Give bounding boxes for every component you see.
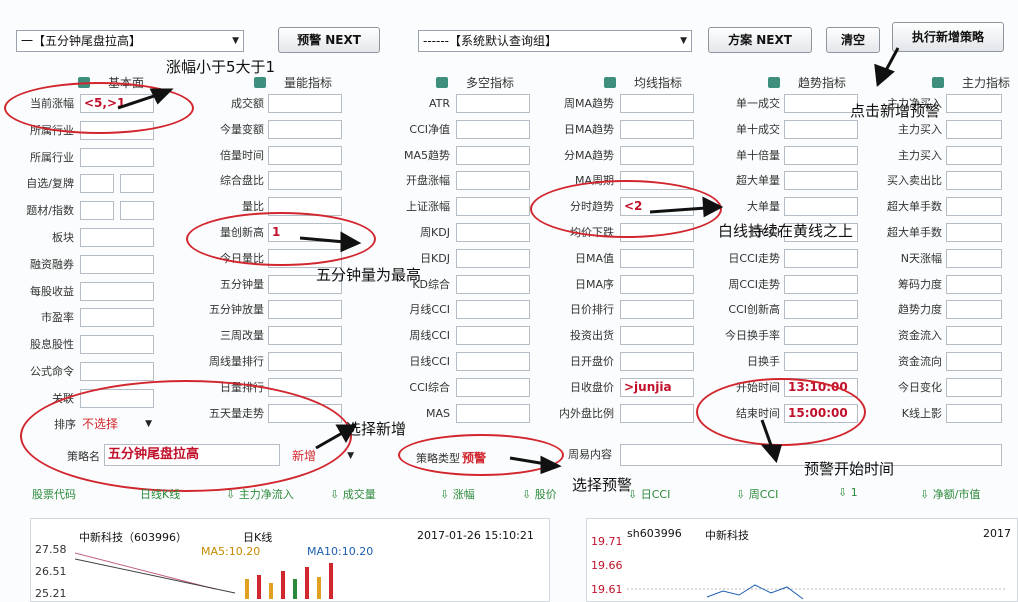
chart-period: 日K线 [243, 531, 273, 544]
note-select-new: 选择新增 [346, 420, 407, 438]
indicator-tab-row: 股票代码 日线K线 ⇩ 主力净流入 ⇩ 成交量 ⇩ 涨幅 ⇩ 股价 ⇩ 日CCI… [0, 486, 1018, 502]
ma-line [75, 552, 216, 590]
tab-weekly-cci[interactable]: ⇩ 周CCI [736, 486, 778, 502]
intraday-chart[interactable]: sh603996 中新科技 2017 19.71 19.66 19.61 [586, 518, 1018, 602]
arrow-head-icon [340, 231, 362, 253]
tab-price[interactable]: ⇩ 股价 [522, 486, 557, 502]
tab-net-market-value[interactable]: ⇩ 净额/市值 [920, 486, 980, 502]
chart-datetime: 2017-01-26 15:10:21 [417, 529, 534, 542]
candles [245, 563, 333, 599]
chart-code: sh603996 [627, 527, 682, 540]
candle [317, 577, 321, 599]
chart-y-tick: 26.51 [35, 565, 67, 578]
tab-extra[interactable]: ⇩ 1 [838, 486, 858, 499]
arrow-head-icon [540, 455, 562, 475]
tab-stock-code[interactable]: 股票代码 [32, 486, 76, 502]
candle [269, 583, 273, 599]
arrow-intraday [649, 206, 707, 214]
arrow-head-icon [760, 444, 782, 464]
candle [293, 579, 297, 599]
note-white-line: 白线持续在黄线之上 [718, 222, 854, 240]
tab-daily-k[interactable]: 日线K线 [140, 486, 180, 502]
candle [305, 567, 309, 599]
annotation-arrows [117, 47, 900, 475]
arrow-volume [299, 236, 346, 244]
tab-change[interactable]: ⇩ 涨幅 [440, 486, 475, 502]
arrow-head-icon [874, 63, 895, 87]
k-line-plot [75, 552, 333, 599]
note-add-warning: 点击新增预警 [850, 102, 941, 120]
arrow-head-icon [702, 196, 724, 218]
chart-y-tick: 19.66 [591, 559, 623, 572]
note-start-time: 预警开始时间 [804, 460, 895, 478]
ma-line [75, 558, 236, 594]
tab-main-inflow[interactable]: ⇩ 主力净流入 [226, 486, 294, 502]
chart-y-tick: 19.71 [591, 535, 623, 548]
intraday-plot [627, 584, 1007, 600]
tab-volume[interactable]: ⇩ 成交量 [330, 486, 376, 502]
chart-stock-name: 中新科技（603996） [79, 531, 187, 544]
chart-year: 2017 [983, 527, 1011, 540]
price-line [706, 584, 804, 600]
chart-y-tick: 19.61 [591, 583, 623, 596]
note-volume: 五分钟量为最高 [316, 266, 422, 284]
candle [281, 571, 285, 599]
chart-y-tick: 27.58 [35, 543, 67, 556]
arrow-head-icon [149, 88, 174, 105]
note-range: 涨幅小于5大于1 [166, 58, 276, 76]
k-line-chart[interactable]: 中新科技（603996） 日K线 2017-01-26 15:10:21 MA5… [30, 518, 550, 602]
chart-y-tick: 25.21 [35, 587, 67, 600]
candle [245, 579, 249, 599]
candle [329, 563, 333, 599]
tab-daily-cci[interactable]: ⇩ 日CCI [628, 486, 670, 502]
arrow-time [760, 419, 774, 449]
candle [257, 575, 261, 599]
arrow-select-new [315, 430, 345, 450]
